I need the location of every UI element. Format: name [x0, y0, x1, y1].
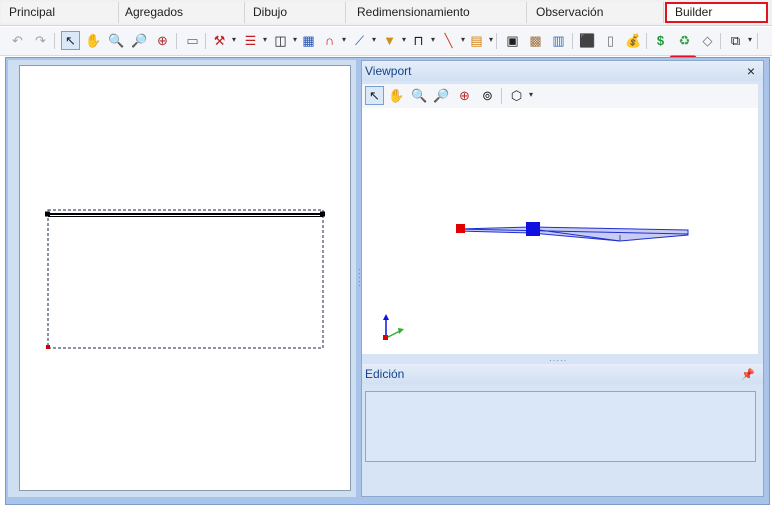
toolbar-separator — [205, 33, 206, 49]
axis-gizmo — [383, 314, 404, 340]
magnet-icon[interactable]: ∩ — [320, 31, 346, 50]
model-center-grip[interactable] — [526, 222, 540, 236]
redo-icon[interactable]: ↷ — [31, 31, 50, 50]
grid-edit-icon[interactable]: ▦ — [299, 31, 318, 50]
grip-point[interactable] — [320, 211, 325, 217]
cabinet-icon[interactable]: ▯ — [601, 31, 620, 50]
main-toolbar: ↶ ↷ ↖ ✋ 🔍 🔎 ⊕ ▭ ⚒ ☰ ◫ ▦ ∩ ⟋ ▼ ⊓ ╲ ▤ ▣ ▩ … — [0, 27, 772, 56]
tab-agregados[interactable]: Agregados — [119, 2, 245, 23]
tab-principal[interactable]: Principal — [1, 2, 119, 23]
frame-icon[interactable]: ⊓ — [409, 31, 435, 50]
undo-icon[interactable]: ↶ — [8, 31, 27, 50]
toolbar-separator — [176, 33, 177, 49]
pan-hand-icon[interactable]: ✋ — [387, 86, 406, 105]
edition-panel-body[interactable] — [365, 391, 756, 462]
tab-redimensionamiento[interactable]: Redimensionamiento — [346, 2, 527, 23]
toolbar-separator — [572, 33, 573, 49]
tab-dibujo[interactable]: Dibujo — [245, 2, 346, 23]
toolbar-separator — [646, 33, 647, 49]
origin-point — [46, 345, 50, 349]
viewport-model — [383, 222, 689, 340]
model-shape — [457, 226, 689, 242]
line-icon[interactable]: ╲ — [439, 31, 465, 50]
columns-icon[interactable]: ◫ — [271, 31, 297, 50]
zoom-out-icon[interactable]: 🔎 — [432, 86, 451, 105]
pan-hand-icon[interactable]: ✋ — [84, 31, 103, 50]
element-outline — [47, 209, 324, 349]
money-bag-icon[interactable]: 💰 — [624, 31, 643, 50]
viewport-title: Viewport — [365, 64, 412, 78]
box-3d-icon[interactable]: ⬛ — [578, 31, 597, 50]
edition-header: Edición 📌 — [362, 364, 763, 384]
tab-builder[interactable]: Builder — [665, 2, 768, 23]
zoom-out-icon[interactable]: 🔎 — [130, 31, 149, 50]
polyline-icon[interactable]: ⟋ — [350, 31, 376, 50]
model-origin-grip[interactable] — [456, 224, 465, 233]
drawing-canvas[interactable] — [19, 65, 351, 491]
grid-icon[interactable]: ▩ — [526, 31, 545, 50]
tab-observacion[interactable]: Observación — [527, 2, 664, 23]
orbit-icon[interactable]: ⊚ — [478, 86, 497, 105]
plan-drawing — [45, 209, 325, 349]
toolbar-separator — [720, 33, 721, 49]
viewport-3d[interactable] — [362, 108, 758, 354]
viewport-toolbar: ↖ ✋ 🔍 🔎 ⊕ ⊚ ⬡ — [362, 84, 758, 109]
toolbar-separator — [757, 33, 758, 49]
pin-icon[interactable]: 📌 — [741, 365, 755, 385]
drill-icon[interactable]: ⚒ — [210, 31, 236, 50]
zoom-extents-icon[interactable]: ⊕ — [455, 86, 474, 105]
grip-point[interactable] — [45, 211, 50, 217]
zoom-extents-icon[interactable]: ⊕ — [153, 31, 172, 50]
toolbar-separator — [54, 33, 55, 49]
select-pointer-icon[interactable]: ↖ — [61, 31, 80, 50]
close-icon[interactable]: × — [747, 61, 755, 81]
zoom-in-icon[interactable]: 🔍 — [410, 86, 429, 105]
select-pointer-icon[interactable]: ↖ — [365, 86, 384, 105]
panels-icon[interactable]: ▥ — [549, 31, 568, 50]
fill-icon[interactable]: ▼ — [380, 31, 406, 50]
toolbar-separator — [501, 88, 502, 104]
calculator-icon[interactable]: ▣ — [503, 31, 522, 50]
layers-icon[interactable]: ▤ — [467, 31, 493, 50]
edition-title: Edición — [365, 367, 405, 381]
new-element-icon[interactable]: ▭ — [183, 31, 202, 50]
viewport-header: Viewport × — [362, 61, 763, 81]
toolbar-separator — [496, 33, 497, 49]
view-cube-icon[interactable]: ⬡ — [507, 86, 533, 105]
table-rows-icon[interactable]: ☰ — [241, 31, 267, 50]
zoom-in-icon[interactable]: 🔍 — [107, 31, 126, 50]
ribbon-tabs: Principal Agregados Dibujo Redimensionam… — [0, 0, 772, 26]
